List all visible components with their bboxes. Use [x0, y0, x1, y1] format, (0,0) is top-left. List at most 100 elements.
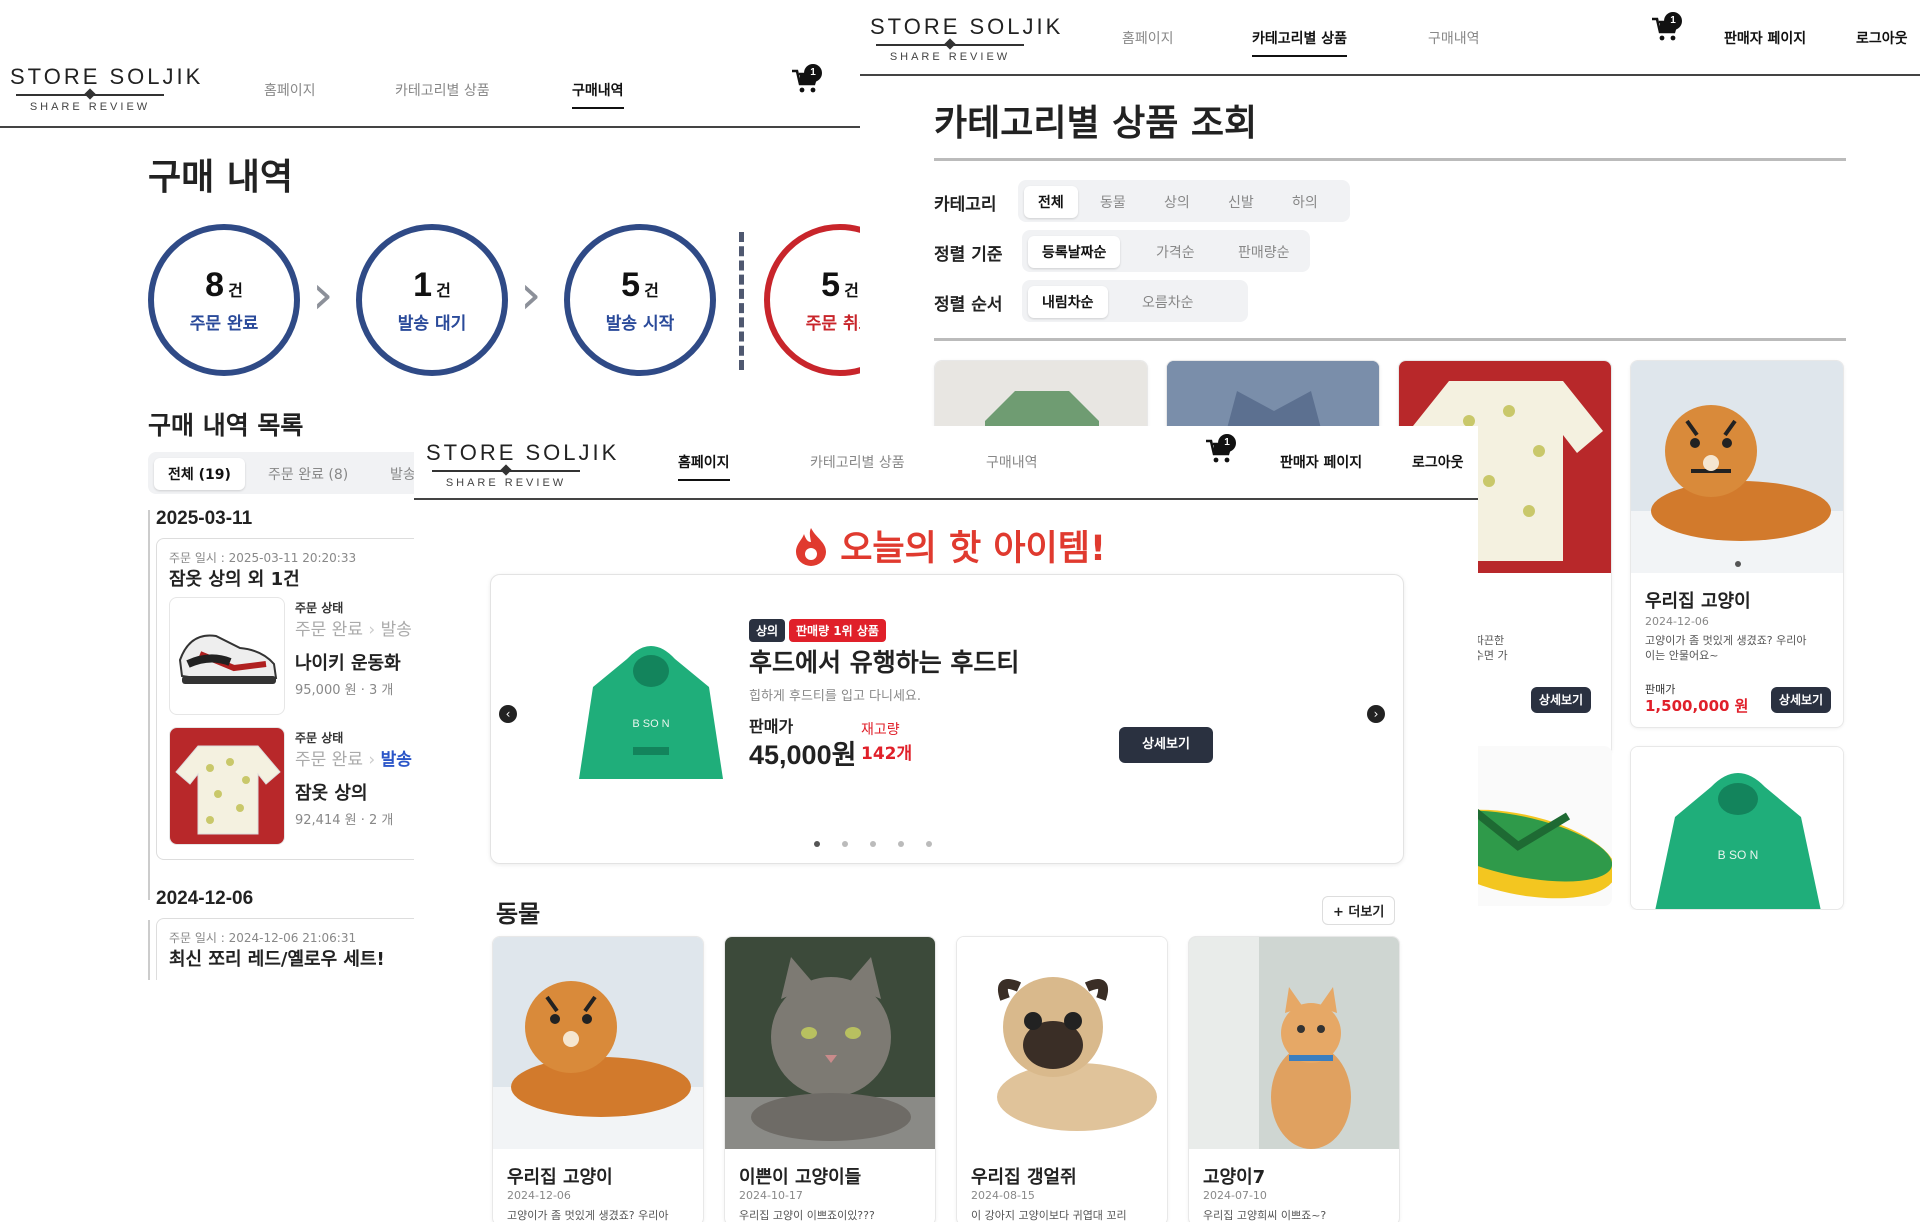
carousel-dot[interactable] — [926, 841, 932, 847]
cart-button[interactable]: 1 — [1204, 434, 1238, 470]
sort-desc[interactable]: 내림차순 — [1028, 286, 1108, 318]
logo-rule — [16, 94, 164, 96]
animal-card-cat-orange[interactable]: 고양이7 2024-07-10 우리집 고양희씨 이쁘죠~? — [1188, 936, 1400, 1222]
order-time: 주문 일시 : 2024-12-06 21:06:31 — [169, 931, 357, 945]
category-animal[interactable]: 동물 — [1086, 186, 1140, 218]
product-thumb-pajama[interactable] — [169, 727, 285, 845]
detail-button[interactable]: 상세보기 — [1771, 687, 1831, 713]
card-title: 우리집 고양이 — [507, 1167, 613, 1188]
featured-rank-tag: 판매량 1위 상품 — [789, 619, 886, 642]
filter-order-complete[interactable]: 주문 완료 (8) — [254, 458, 362, 490]
nav-logout[interactable]: 로그아웃 — [1412, 452, 1464, 472]
card-title: 우리집 고양이 — [1645, 591, 1751, 612]
sort-asc[interactable]: 오름차순 — [1128, 286, 1208, 318]
featured-detail-button[interactable]: 상세보기 — [1119, 727, 1213, 763]
stat-count: 8건 — [205, 266, 243, 304]
logo-subtext: SHARE REVIEW — [29, 101, 151, 113]
section-title-animal: 동물 — [496, 900, 541, 928]
animal-image — [493, 937, 703, 1149]
animal-card-pug[interactable]: 우리집 갱얼쥐 2024-08-15 이 강아지 고양이보다 귀엽대 꼬리 — [956, 936, 1168, 1222]
card-desc: 우리집 고양희씨 이쁘죠~? — [1203, 1209, 1327, 1222]
store-logo[interactable]: STORE SOLJIK SHARE REVIEW — [426, 440, 620, 489]
stat-order-cancel[interactable]: 5건 주문 취소 — [764, 224, 860, 376]
stat-shipping-start[interactable]: 5건 발송 시작 — [564, 224, 716, 376]
card-desc: 고양이가 좀 멋있게 생겼죠? 우리아 — [507, 1209, 669, 1222]
svg-text:B SO N: B SO N — [632, 718, 669, 730]
gray-cat-image — [725, 937, 935, 1149]
nav-category[interactable]: 카테고리별 상품 — [1252, 28, 1348, 57]
nav-purchases[interactable]: 구매내역 — [572, 80, 624, 109]
logo-subtext: SHARE REVIEW — [889, 51, 1011, 63]
product-thumb-sneaker[interactable] — [169, 597, 285, 715]
card-desc: 우리집 고양이 이쁘죠이있??? — [739, 1209, 875, 1222]
animal-card-tiger[interactable]: 우리집 고양이 2024-12-06 고양이가 좀 멋있게 생겼죠? 우리아 — [492, 936, 704, 1222]
header-divider — [860, 74, 1920, 76]
list-title: 구매 내역 목록 — [148, 411, 304, 440]
carousel-dot[interactable] — [842, 841, 848, 847]
filter-all[interactable]: 전체 (19) — [154, 458, 245, 490]
home-panel: STORE SOLJIK SHARE REVIEW 홈페이지 카테고리별 상품 … — [414, 426, 1478, 1222]
card-date: 2024-12-06 — [1645, 615, 1709, 628]
animal-card-cat-gray[interactable]: 이쁜이 고양이들 2024-10-17 우리집 고양이 이쁘죠이있??? — [724, 936, 936, 1222]
store-logo[interactable]: STORE SOLJIK SHARE REVIEW — [10, 64, 200, 113]
order-name: 최신 쪼리 레드/옐로우 세트! — [169, 949, 385, 970]
carousel-dot[interactable] — [1735, 561, 1741, 567]
status-steps: 주문 완료 › 발송 — [295, 750, 412, 770]
nav-seller[interactable]: 판매자 페이지 — [1280, 452, 1362, 472]
nav-home[interactable]: 홈페이지 — [1122, 28, 1174, 48]
featured-stock-label: 재고량 — [861, 722, 900, 738]
stat-order-complete[interactable]: 8건 주문 완료 — [148, 224, 300, 376]
store-logo[interactable]: STORE SOLJIK SHARE REVIEW — [870, 14, 1064, 63]
category-top[interactable]: 상의 — [1150, 186, 1204, 218]
page-title: 구매 내역 — [148, 157, 294, 198]
logo-text: STORE SOLJIK — [426, 440, 620, 465]
stat-label: 발송 대기 — [397, 314, 467, 334]
product-card-hoodie[interactable]: B SO N — [1630, 746, 1844, 910]
sneaker-image — [178, 634, 278, 684]
filter-label-sort-by: 정렬 기준 — [934, 245, 1003, 265]
chevron-right-icon: › — [520, 263, 542, 326]
sort-by-sales[interactable]: 판매량순 — [1224, 236, 1304, 268]
product-name[interactable]: 잠옷 상의 — [295, 779, 368, 805]
card-date: 2024-07-10 — [1203, 1189, 1267, 1202]
featured-stock: 142개 — [861, 744, 913, 764]
timeline-line — [148, 510, 150, 900]
cart-badge: 1 — [1664, 12, 1682, 30]
logo-text: STORE SOLJIK — [870, 14, 1064, 39]
product-card-tiger[interactable]: 우리집 고양이 2024-12-06 고양이가 좀 멋있게 생겼죠? 우리아 이는… — [1630, 360, 1844, 728]
cart-badge: 1 — [804, 64, 822, 82]
nav-logout[interactable]: 로그아웃 — [1856, 28, 1908, 48]
carousel-dot[interactable] — [814, 841, 820, 847]
pug-image — [957, 937, 1167, 1149]
animal-image — [725, 937, 935, 1149]
stat-label: 주문 취소 — [805, 314, 860, 334]
tiger-image — [493, 937, 703, 1149]
filter-label-sort-order: 정렬 순서 — [934, 295, 1003, 315]
title-divider — [934, 158, 1846, 161]
nav-category[interactable]: 카테고리별 상품 — [810, 452, 905, 472]
category-shoes[interactable]: 신발 — [1214, 186, 1268, 218]
featured-name[interactable]: 후드에서 유행하는 후드티 — [749, 643, 1019, 679]
carousel-next-icon[interactable]: › — [1367, 705, 1385, 723]
logo-rule — [432, 470, 580, 472]
nav-purchases[interactable]: 구매내역 — [1428, 28, 1480, 48]
cart-button[interactable]: 1 — [1650, 12, 1684, 48]
carousel-prev-icon[interactable]: ‹ — [499, 705, 517, 723]
category-all[interactable]: 전체 — [1024, 186, 1078, 218]
sort-by-date[interactable]: 등록날짜순 — [1028, 236, 1121, 268]
nav-seller[interactable]: 판매자 페이지 — [1724, 28, 1806, 48]
stat-shipping-wait[interactable]: 1건 발송 대기 — [356, 224, 508, 376]
category-bottom[interactable]: 하의 — [1278, 186, 1332, 218]
nav-purchases[interactable]: 구매내역 — [986, 452, 1038, 472]
nav-home[interactable]: 홈페이지 — [264, 80, 316, 100]
detail-button[interactable]: 상세보기 — [1531, 687, 1591, 713]
nav-category[interactable]: 카테고리별 상품 — [395, 80, 490, 100]
cart-button[interactable]: 1 — [790, 64, 824, 100]
more-button[interactable]: + 더보기 — [1322, 896, 1396, 925]
featured-category-tag: 상의 — [749, 619, 786, 642]
carousel-dot[interactable] — [898, 841, 904, 847]
product-name[interactable]: 나이키 운동화 — [295, 649, 401, 675]
sort-by-price[interactable]: 가격순 — [1142, 236, 1209, 268]
nav-home[interactable]: 홈페이지 — [678, 452, 730, 481]
carousel-dot[interactable] — [870, 841, 876, 847]
